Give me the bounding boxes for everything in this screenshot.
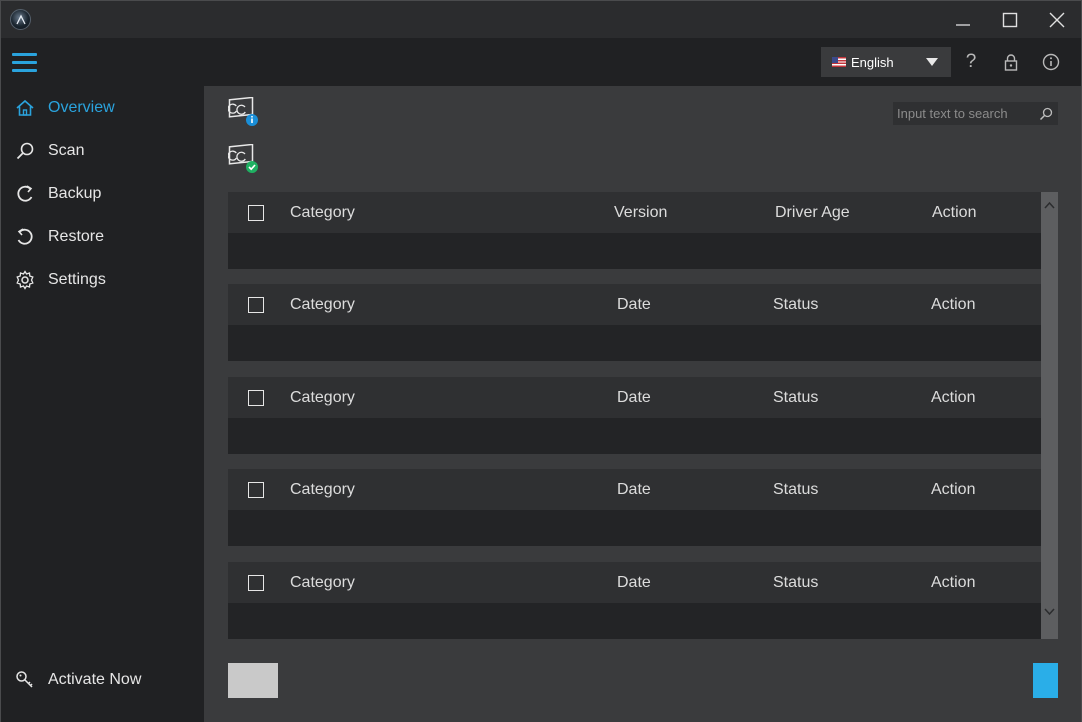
table-header-row: Category Date Status Action <box>228 377 1041 418</box>
column-header-date: Date <box>617 574 651 591</box>
gear-icon <box>14 269 36 291</box>
column-header-status: Status <box>773 296 819 313</box>
driver-table: Category Version Driver Age Action <box>228 192 1041 269</box>
close-button[interactable] <box>1034 1 1080 38</box>
header-bar: English ? <box>1 38 1081 86</box>
column-header-driver-age: Driver Age <box>775 204 850 221</box>
backup-table: Category Date Status Action <box>228 377 1041 454</box>
column-header-status: Status <box>773 481 819 498</box>
secondary-action-button[interactable] <box>228 663 278 698</box>
activate-now-link[interactable]: Activate Now <box>1 660 204 700</box>
table-header-row: Category Version Driver Age Action <box>228 192 1041 233</box>
select-all-checkbox[interactable] <box>248 390 264 406</box>
sidebar-item-label: Overview <box>48 99 115 116</box>
select-all-checkbox[interactable] <box>248 297 264 313</box>
backup-table: Category Date Status Action <box>228 284 1041 361</box>
chevron-down-icon <box>926 58 938 66</box>
search-icon <box>14 140 36 162</box>
update-info-icon[interactable] <box>227 96 258 127</box>
table-body <box>228 603 1041 639</box>
select-all-checkbox[interactable] <box>248 575 264 591</box>
table-header-row: Category Date Status Action <box>228 562 1041 603</box>
table-header-row: Category Date Status Action <box>228 469 1041 510</box>
column-header-date: Date <box>617 296 651 313</box>
search-icon[interactable] <box>1038 106 1054 122</box>
restore-icon <box>14 226 36 248</box>
lock-icon[interactable] <box>1000 51 1022 73</box>
table-body <box>228 510 1041 546</box>
column-header-category: Category <box>290 481 355 498</box>
sidebar-item-label: Backup <box>48 185 102 202</box>
maximize-button[interactable] <box>987 1 1033 38</box>
primary-action-button[interactable] <box>1033 663 1058 698</box>
sidebar-item-label: Restore <box>48 228 105 245</box>
column-header-category: Category <box>290 296 355 313</box>
select-all-checkbox[interactable] <box>248 205 264 221</box>
column-header-action: Action <box>931 389 976 406</box>
sidebar-item-restore[interactable]: Restore <box>1 217 204 257</box>
minimize-icon <box>956 23 970 26</box>
app-logo <box>10 9 31 30</box>
sidebar: Overview Scan Backup Restore Settings Ac… <box>1 86 204 722</box>
column-header-category: Category <box>290 574 355 591</box>
minimize-button[interactable] <box>940 1 986 38</box>
home-icon <box>14 97 36 119</box>
column-header-version: Version <box>614 204 668 221</box>
column-header-date: Date <box>617 481 651 498</box>
select-all-checkbox[interactable] <box>248 482 264 498</box>
key-icon <box>14 669 36 691</box>
sidebar-item-settings[interactable]: Settings <box>1 260 204 300</box>
backup-icon <box>14 183 36 205</box>
table-body <box>228 325 1041 361</box>
sidebar-item-label: Settings <box>48 271 106 288</box>
column-header-status: Status <box>773 574 819 591</box>
column-header-status: Status <box>773 389 819 406</box>
sidebar-item-label: Scan <box>48 142 85 159</box>
column-header-category: Category <box>290 204 355 221</box>
main-panel: Category Version Driver Age Action Categ… <box>204 86 1081 722</box>
backup-table: Category Date Status Action <box>228 562 1041 639</box>
search-box <box>893 102 1058 125</box>
update-ok-icon[interactable] <box>227 143 258 174</box>
sidebar-item-scan[interactable]: Scan <box>1 131 204 171</box>
activate-now-label: Activate Now <box>48 671 142 688</box>
backup-table: Category Date Status Action <box>228 469 1041 546</box>
column-header-action: Action <box>931 481 976 498</box>
table-header-row: Category Date Status Action <box>228 284 1041 325</box>
sidebar-item-overview[interactable]: Overview <box>1 88 204 128</box>
info-icon[interactable] <box>1040 51 1062 73</box>
chevron-down-icon[interactable] <box>1044 606 1055 617</box>
menu-icon[interactable] <box>12 53 37 73</box>
app-window: English ? Overview Scan Backup Restore S… <box>0 0 1082 722</box>
chevron-up-icon[interactable] <box>1044 200 1055 211</box>
help-icon[interactable]: ? <box>960 51 982 73</box>
column-header-action: Action <box>931 296 976 313</box>
scrollbar[interactable] <box>1041 192 1058 639</box>
table-body <box>228 233 1041 269</box>
column-header-action: Action <box>931 574 976 591</box>
column-header-category: Category <box>290 389 355 406</box>
maximize-icon <box>1002 12 1018 27</box>
column-header-date: Date <box>617 389 651 406</box>
title-bar <box>1 1 1081 38</box>
table-body <box>228 418 1041 454</box>
us-flag-icon <box>832 57 846 67</box>
column-header-action: Action <box>932 204 977 221</box>
close-icon <box>1049 12 1065 27</box>
language-label: English <box>851 54 894 70</box>
sidebar-item-backup[interactable]: Backup <box>1 174 204 214</box>
search-input[interactable] <box>894 106 1034 121</box>
language-select[interactable]: English <box>821 47 951 77</box>
